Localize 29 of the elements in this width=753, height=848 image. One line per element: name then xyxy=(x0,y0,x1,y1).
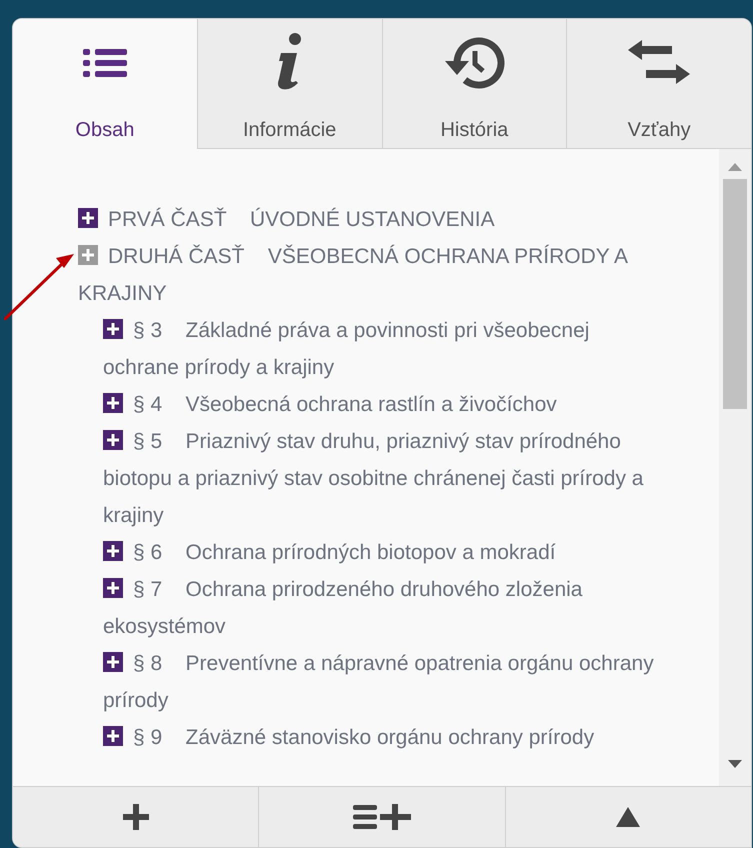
tab[interactable]: Informácie xyxy=(196,19,382,149)
list-plus-icon xyxy=(352,804,411,830)
expand-icon[interactable] xyxy=(103,430,123,450)
tree-item[interactable]: § 3 Základné práva a povinnosti pri všeobecnej ochrane prírody a krajiny xyxy=(78,312,669,386)
scrollbar[interactable] xyxy=(719,149,751,786)
expand-icon[interactable] xyxy=(103,319,123,339)
tree-item[interactable]: § 4 Všeobecná ochrana rastlín a živočíchov xyxy=(78,386,669,423)
tree-item[interactable]: § 6 Ochrana prírodných biotopov a mokradí xyxy=(78,534,669,571)
tree-item[interactable]: § 5 Priaznivý stav druhu, priaznivý stav prírodného biotopu a priaznivý stav osobitne chránenej časti prírody a krajiny xyxy=(78,423,669,534)
add-list-button[interactable] xyxy=(258,787,505,847)
tree-item[interactable]: PRVÁ ČASŤ ÚVODNÉ USTANOVENIA xyxy=(78,201,669,238)
tree-item[interactable]: § 7 Ochrana prirodzeného druhového zloženia ekosystémov xyxy=(78,571,669,645)
tree-item[interactable]: § 9 Záväzné stanovisko orgánu ochrany prírody xyxy=(78,719,669,756)
history-icon xyxy=(443,35,506,91)
expand-icon[interactable] xyxy=(103,393,123,413)
expand-icon[interactable] xyxy=(103,652,123,672)
list-icon xyxy=(82,47,127,79)
expand-icon[interactable] xyxy=(103,726,123,746)
scrollbar-thumb[interactable] xyxy=(723,179,747,409)
scroll-down-icon[interactable] xyxy=(728,760,742,768)
plus-icon xyxy=(122,804,149,830)
expand-icon[interactable] xyxy=(103,541,123,561)
tab[interactable]: História xyxy=(382,19,566,149)
up-triangle-icon xyxy=(616,807,640,827)
tab[interactable]: Vzťahy xyxy=(566,19,751,149)
expand-icon[interactable] xyxy=(103,578,123,598)
tree-item[interactable]: DRUHÁ ČASŤ VŠEOBECNÁ OCHRANA PRÍRODY A KRAJINY xyxy=(78,238,669,312)
tree-item[interactable]: § 8 Preventívne a nápravné opatrenia orgánu ochrany prírody xyxy=(78,645,669,719)
expand-icon[interactable] xyxy=(78,208,98,228)
